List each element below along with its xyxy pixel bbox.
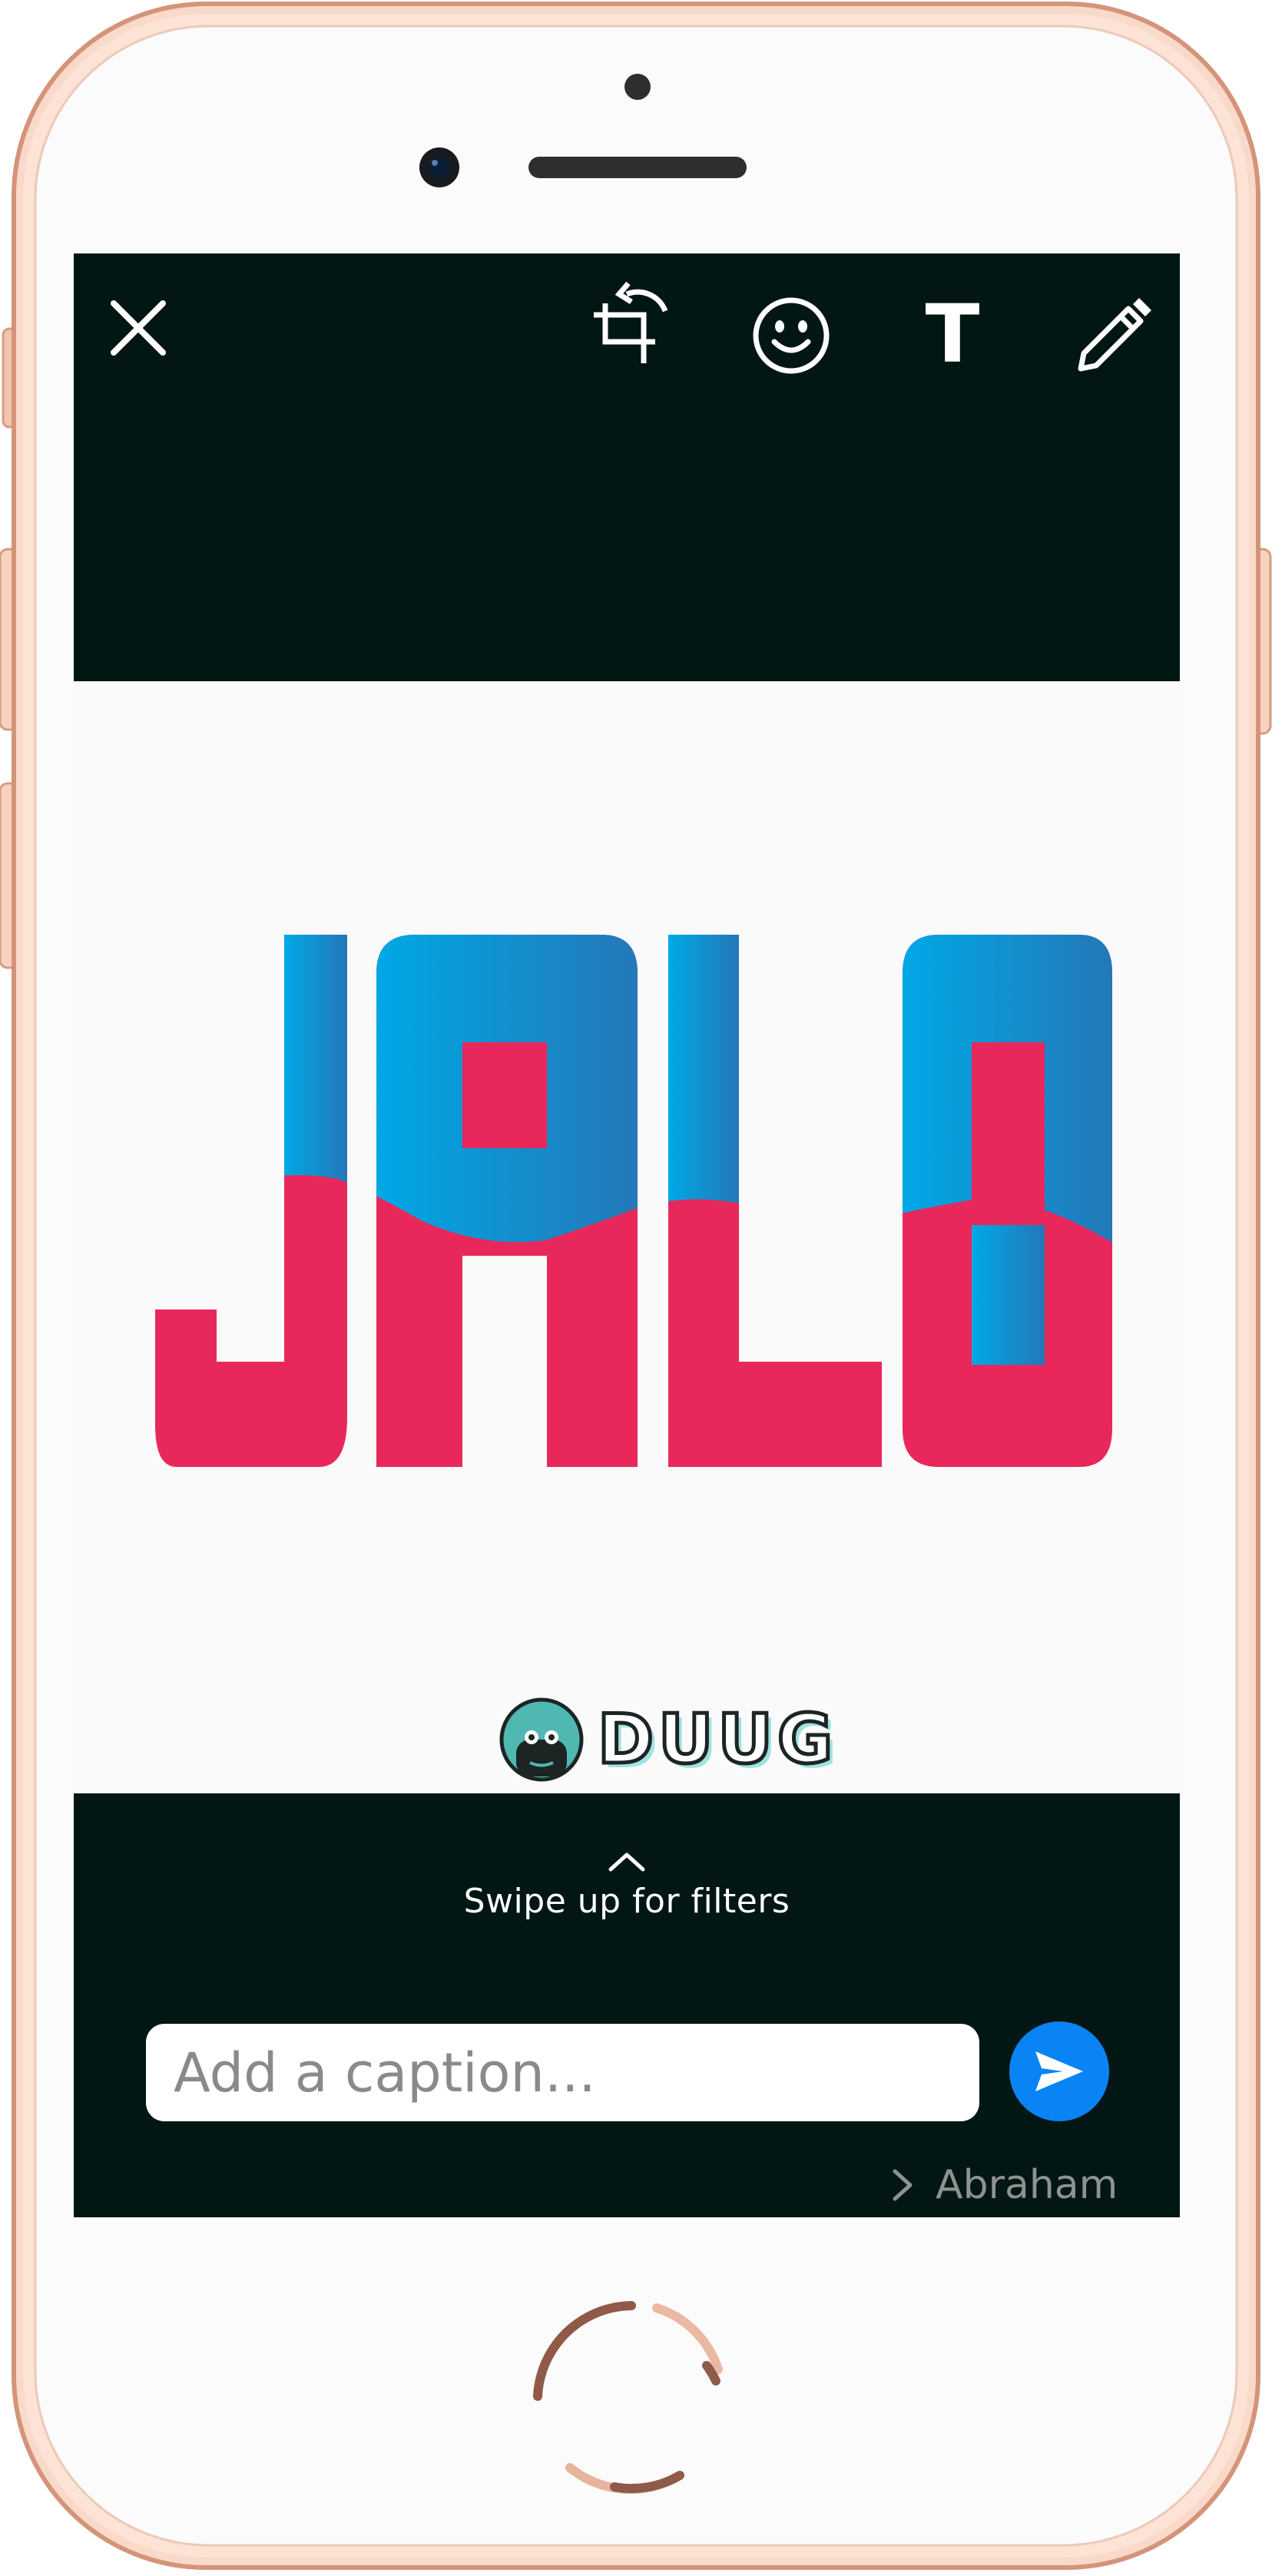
emoji-button[interactable] (749, 293, 833, 378)
chevron-right-icon (893, 2169, 913, 2201)
caption-input[interactable] (146, 2024, 979, 2121)
jalo-logo (146, 925, 1121, 1475)
send-icon (1035, 2051, 1083, 2091)
crop-rotate-icon (594, 281, 668, 363)
watermark: DUUG (499, 1697, 835, 1786)
send-button[interactable] (1009, 2021, 1109, 2121)
close-icon (111, 300, 166, 356)
emoji-icon (753, 297, 830, 374)
close-button[interactable] (104, 293, 173, 363)
crop-rotate-button[interactable] (590, 280, 674, 369)
watermark-text: DUUG (595, 1698, 838, 1781)
chevron-up-icon (608, 1853, 645, 1872)
text-icon: T (925, 287, 980, 381)
recipient-selector[interactable]: Abraham (891, 2160, 1118, 2210)
draw-button[interactable] (1072, 292, 1156, 376)
jalo-logo-graphic (155, 935, 1112, 1467)
text-tool-button[interactable]: T (910, 292, 995, 376)
pencil-icon (1078, 298, 1151, 372)
filters-hint[interactable]: Swipe up for filters (74, 1851, 1180, 1923)
recipient-name: Abraham (936, 2162, 1118, 2208)
filters-hint-text: Swipe up for filters (463, 1882, 790, 1921)
